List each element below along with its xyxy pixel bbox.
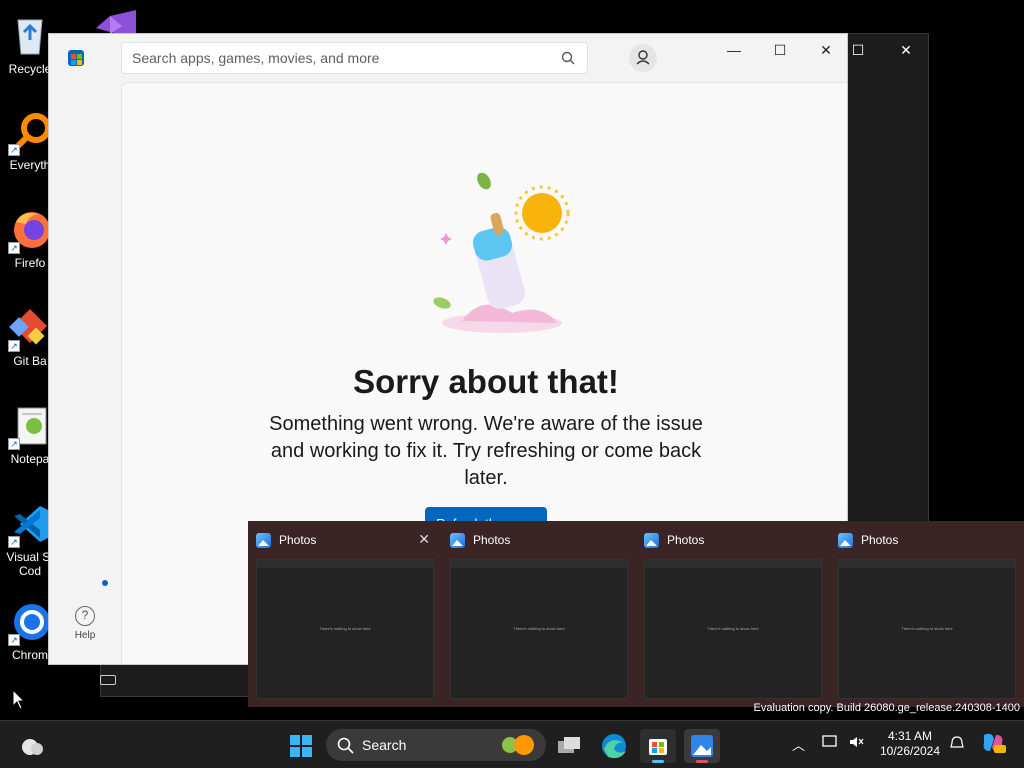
firefox-icon: ↗: [8, 208, 52, 254]
notification-dot: [102, 580, 108, 586]
evaluation-watermark: Evaluation copy. Build 26080.ge_release.…: [753, 702, 1020, 714]
photos-icon: [838, 532, 853, 548]
minimize-button[interactable]: —: [711, 38, 757, 62]
thumbnail-preview: There's nothing to show here: [644, 559, 822, 699]
bg-close-button[interactable]: ✕: [891, 42, 921, 58]
preview-text: There's nothing to show here: [319, 626, 371, 631]
git-bash-icon: ↗: [8, 306, 52, 352]
close-button[interactable]: ✕: [803, 38, 847, 62]
notepad-plus-plus-icon: ↗: [8, 404, 52, 450]
thumbnail-preview: There's nothing to show here: [256, 559, 434, 699]
photos-icon: [644, 532, 659, 548]
thumbnail-preview: There's nothing to show here: [450, 559, 628, 699]
help-button[interactable]: ? Help: [65, 606, 105, 641]
thumbnail-title: Photos: [667, 533, 705, 547]
search-icon: [337, 737, 354, 754]
person-icon: [636, 50, 650, 65]
store-logo-icon: [68, 50, 84, 66]
task-view-icon: [558, 737, 580, 753]
thumbnail-title: Photos: [279, 533, 317, 547]
taskbar-store[interactable]: [640, 729, 676, 763]
network-icon[interactable]: [822, 735, 838, 752]
taskbar-edge[interactable]: [596, 729, 632, 763]
thumbnail-photos-3[interactable]: Photos There's nothing to show here: [636, 521, 830, 707]
preview-text: There's nothing to show here: [513, 626, 565, 631]
preview-text: There's nothing to show here: [707, 626, 759, 631]
help-icon: ?: [75, 606, 95, 626]
copilot-icon[interactable]: [980, 731, 1006, 758]
store-search-box[interactable]: [121, 42, 588, 74]
clock-time: 4:31 AM: [887, 729, 933, 743]
keyboard-icon[interactable]: [100, 675, 116, 685]
photos-icon: [256, 532, 271, 548]
task-view-button[interactable]: [552, 729, 588, 763]
search-highlight-icon: [502, 735, 534, 755]
search-icon[interactable]: [561, 51, 575, 70]
system-clock[interactable]: 4:31 AM 10/26/2024: [872, 729, 948, 759]
preview-text: There's nothing to show here: [901, 626, 953, 631]
taskbar-photos[interactable]: [684, 729, 720, 763]
edge-icon: [602, 734, 626, 759]
taskbar: Search ︿ 4:31 AM 10/26/2024: [0, 720, 1024, 768]
chrome-icon: ↗: [8, 600, 52, 646]
thumbnail-preview: There's nothing to show here: [838, 559, 1016, 699]
weather-widget[interactable]: [14, 729, 50, 763]
store-icon: [649, 739, 667, 755]
maximize-button[interactable]: ☐: [757, 38, 803, 62]
everything-search-icon: ↗: [8, 110, 52, 156]
notification-bell-icon[interactable]: [950, 735, 964, 754]
clock-date: 10/26/2024: [879, 744, 941, 758]
cloud-icon: [22, 739, 43, 755]
account-button[interactable]: [629, 44, 657, 72]
error-title: Sorry about that!: [353, 363, 619, 400]
thumbnail-title: Photos: [473, 533, 511, 547]
taskbar-search[interactable]: Search: [326, 729, 546, 761]
recycle-bin-icon: [8, 14, 52, 58]
chevron-up-icon[interactable]: ︿: [792, 735, 805, 754]
photos-icon: [691, 735, 713, 757]
thumbnail-close-button[interactable]: ✕: [418, 531, 430, 548]
thumbnail-photos-4[interactable]: Photos There's nothing to show here: [830, 521, 1024, 707]
taskbar-search-label: Search: [362, 737, 407, 753]
error-message: Something went wrong. We're aware of the…: [269, 413, 703, 489]
thumbnail-photos-2[interactable]: Photos There's nothing to show here: [442, 521, 636, 707]
windows-start-icon: [290, 735, 312, 757]
help-label: Help: [74, 630, 96, 641]
start-button[interactable]: [283, 729, 319, 763]
thumbnail-photos-1[interactable]: Photos ✕ There's nothing to show here: [248, 521, 442, 707]
melting-popsicle-illustration: [422, 172, 582, 343]
thumbnail-title: Photos: [861, 533, 899, 547]
store-search-input[interactable]: [122, 43, 542, 73]
photos-icon: [450, 532, 465, 548]
mouse-cursor-icon: [12, 689, 26, 710]
taskbar-thumbnail-previews: Photos ✕ There's nothing to show here Ph…: [248, 521, 1024, 707]
vscode-icon: ↗: [8, 502, 52, 548]
volume-muted-icon[interactable]: [848, 735, 864, 752]
